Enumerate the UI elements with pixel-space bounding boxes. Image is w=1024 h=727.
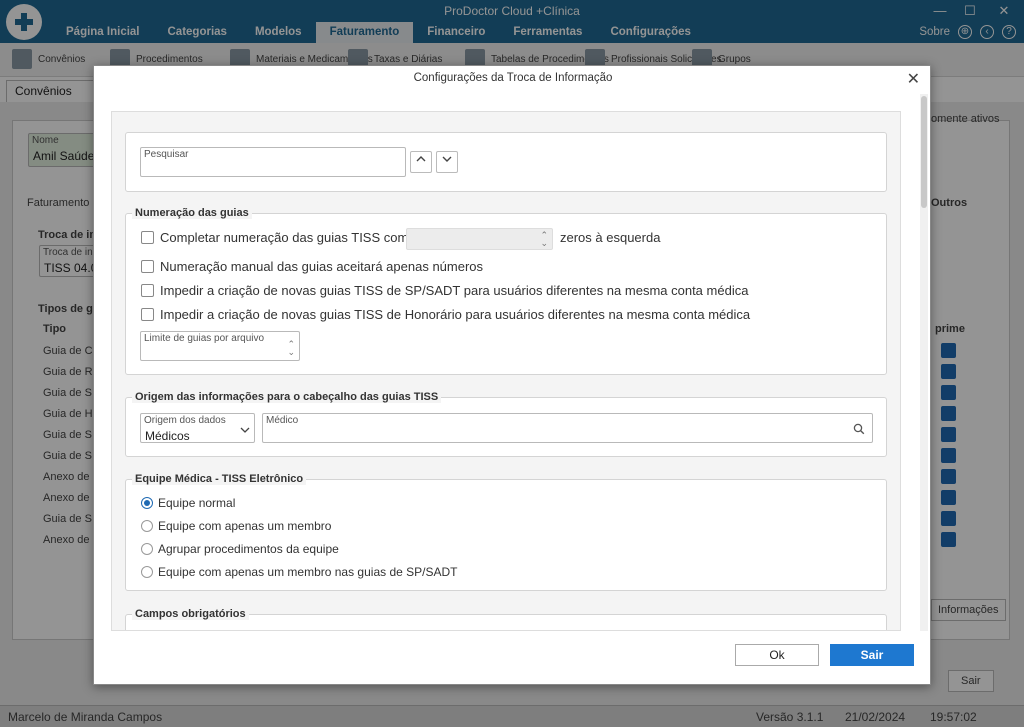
equipe-option-normal[interactable]: Equipe normal (141, 496, 235, 510)
equipe-section: Equipe normal Equipe com apenas um membr… (125, 479, 887, 591)
radio-button[interactable] (141, 566, 153, 578)
equipe-option-sadt[interactable]: Equipe com apenas um membro nas guias de… (141, 565, 457, 579)
checkbox[interactable] (141, 308, 154, 321)
chevron-down-icon (240, 427, 250, 433)
checkbox[interactable] (141, 260, 154, 273)
equipe-title: Equipe Médica - TISS Eletrônico (132, 473, 307, 485)
chevron-down-icon (442, 156, 452, 162)
stepper-arrows-icon: ⌃ ⌄ (540, 230, 548, 248)
search-input[interactable]: Pesquisar (140, 147, 406, 177)
search-icon[interactable] (853, 423, 865, 435)
dialog-title: Configurações da Troca de Informação (413, 72, 613, 84)
origem-select[interactable]: Origem dos dados Médicos (140, 413, 255, 443)
numeracao-section: Completar numeração das guias TISS com ⌃… (125, 213, 887, 375)
equipe-option-um-membro[interactable]: Equipe com apenas um membro (141, 519, 331, 533)
impedir-sadt-option[interactable]: Impedir a criação de novas guias TISS de… (141, 283, 748, 298)
search-up-button[interactable] (410, 151, 432, 173)
zeros-suffix: zeros à esquerda (560, 230, 661, 245)
medico-field[interactable]: Médico (262, 413, 873, 443)
dialog-scrollbar[interactable] (920, 94, 928, 631)
search-section: Pesquisar (125, 132, 887, 192)
impedir-honorario-option[interactable]: Impedir a criação de novas guias TISS de… (141, 307, 750, 322)
stepper-arrows-icon: ⌃ ⌄ (287, 339, 295, 357)
radio-button[interactable] (141, 520, 153, 532)
search-down-button[interactable] (436, 151, 458, 173)
ok-button[interactable]: Ok (735, 644, 819, 666)
dialog-scroll-area: Pesquisar Completar numeração das guias … (111, 111, 901, 631)
chevron-up-icon (416, 156, 426, 162)
origem-title: Origem das informações para o cabeçalho … (132, 391, 442, 403)
numeracao-manual-option[interactable]: Numeração manual das guias aceitará apen… (141, 259, 483, 274)
close-icon[interactable]: ✕ (907, 69, 920, 89)
origem-section: Origem dos dados Médicos Médico (125, 397, 887, 457)
checkbox[interactable] (141, 231, 154, 244)
equipe-option-agrupar[interactable]: Agrupar procedimentos da equipe (141, 542, 339, 556)
limite-guias-field[interactable]: Limite de guias por arquivo ⌃ ⌄ (140, 331, 300, 361)
checkbox[interactable] (141, 284, 154, 297)
config-dialog: Configurações da Troca de Informação ✕ P… (93, 65, 931, 685)
sair-button[interactable]: Sair (830, 644, 914, 666)
scrollbar-thumb[interactable] (921, 96, 927, 208)
campos-title: Campos obrigatórios (132, 608, 249, 620)
radio-button[interactable] (141, 497, 153, 509)
numeracao-title: Numeração das guias (132, 207, 252, 219)
radio-button[interactable] (141, 543, 153, 555)
completar-numeracao-option[interactable]: Completar numeração das guias TISS com (141, 230, 408, 245)
zeros-stepper[interactable]: ⌃ ⌄ (406, 228, 553, 250)
